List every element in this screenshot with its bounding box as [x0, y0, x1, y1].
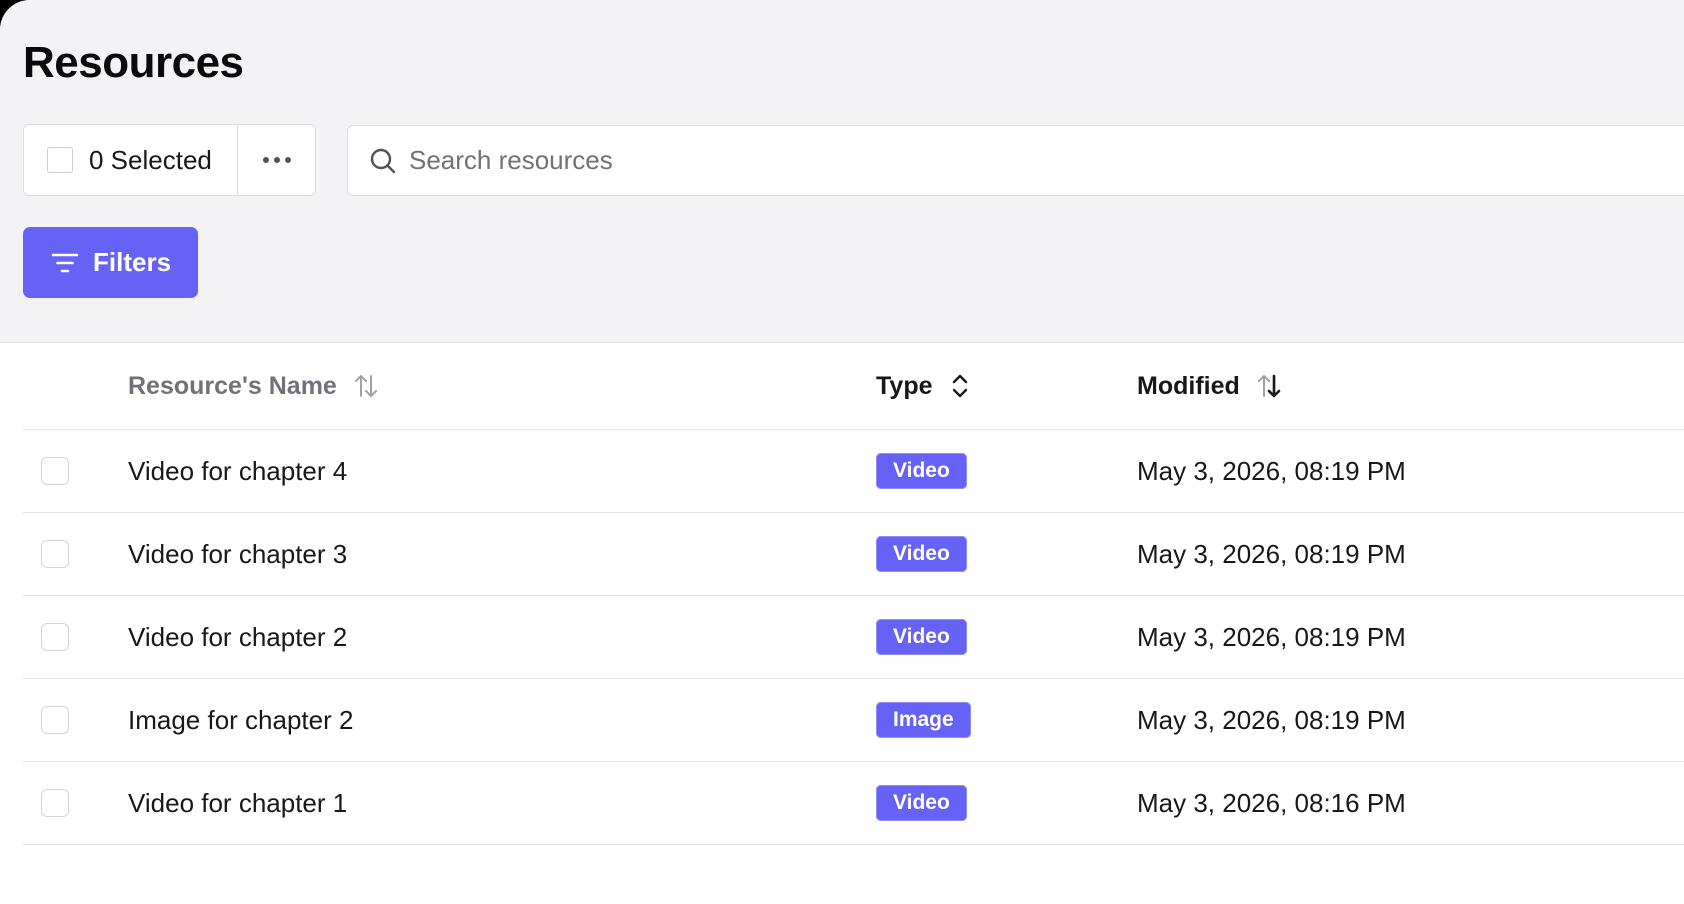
resource-name[interactable]: Video for chapter 1 [128, 762, 347, 844]
type-badge: Video [876, 785, 967, 821]
page-header: Resources 0 Selected Search resources Fi… [0, 0, 1684, 343]
column-header-label: Type [876, 371, 933, 400]
row-checkbox[interactable] [41, 540, 69, 568]
modified-date: May 3, 2026, 08:19 PM [1137, 455, 1406, 486]
more-actions-button[interactable] [238, 125, 315, 195]
type-badge: Video [876, 536, 967, 572]
select-all-checkbox[interactable] [47, 147, 73, 173]
row-checkbox[interactable] [41, 457, 69, 485]
table-row[interactable]: Video for chapter 2 Video May 3, 2026, 0… [23, 596, 1684, 679]
resource-name[interactable]: Video for chapter 3 [128, 513, 347, 595]
resource-name[interactable]: Video for chapter 4 [128, 430, 347, 512]
resource-name[interactable]: Video for chapter 2 [128, 596, 347, 678]
type-badge: Video [876, 453, 967, 489]
more-horizontal-icon [262, 156, 292, 164]
search-icon [369, 147, 397, 175]
modified-date: May 3, 2026, 08:19 PM [1137, 538, 1406, 569]
column-header-modified[interactable]: Modified [1137, 343, 1282, 429]
resource-name[interactable]: Image for chapter 2 [128, 679, 353, 761]
filters-label: Filters [93, 247, 172, 277]
column-header-label: Resource's Name [128, 371, 337, 400]
table-row[interactable]: Image for chapter 2 Image May 3, 2026, 0… [23, 679, 1684, 762]
bulk-select-group: 0 Selected [23, 124, 316, 196]
filter-lines-icon [51, 252, 79, 274]
row-checkbox[interactable] [41, 789, 69, 817]
table-header: Resource's Name Type Modified [23, 343, 1684, 430]
row-checkbox[interactable] [41, 706, 69, 734]
row-checkbox[interactable] [41, 623, 69, 651]
type-badge: Video [876, 619, 967, 655]
table-row[interactable]: Video for chapter 3 Video May 3, 2026, 0… [23, 513, 1684, 596]
sort-arrows-icon[interactable] [353, 373, 379, 399]
page-title: Resources [23, 38, 244, 87]
column-header-label: Modified [1137, 371, 1240, 400]
type-badge: Image [876, 702, 971, 738]
table-row[interactable]: Video for chapter 1 Video May 3, 2026, 0… [23, 762, 1684, 845]
search-input[interactable] [407, 144, 1311, 177]
selected-count-label: 0 Selected [89, 144, 212, 175]
modified-date: May 3, 2026, 08:16 PM [1137, 787, 1406, 818]
chevron-up-down-icon[interactable] [949, 373, 971, 399]
filters-button[interactable]: Filters [23, 227, 198, 298]
select-all-control[interactable]: 0 Selected [24, 125, 238, 195]
table-row[interactable]: Video for chapter 4 Video May 3, 2026, 0… [23, 430, 1684, 513]
resources-table: Resource's Name Type Modified Video for … [23, 343, 1684, 845]
column-header-name[interactable]: Resource's Name [128, 343, 379, 429]
app-window: Resources 0 Selected Search resources Fi… [0, 0, 1684, 904]
sort-descending-icon[interactable] [1256, 373, 1282, 399]
column-header-type[interactable]: Type [876, 343, 971, 429]
modified-date: May 3, 2026, 08:19 PM [1137, 621, 1406, 652]
modified-date: May 3, 2026, 08:19 PM [1137, 704, 1406, 735]
search-box[interactable] [347, 125, 1684, 196]
